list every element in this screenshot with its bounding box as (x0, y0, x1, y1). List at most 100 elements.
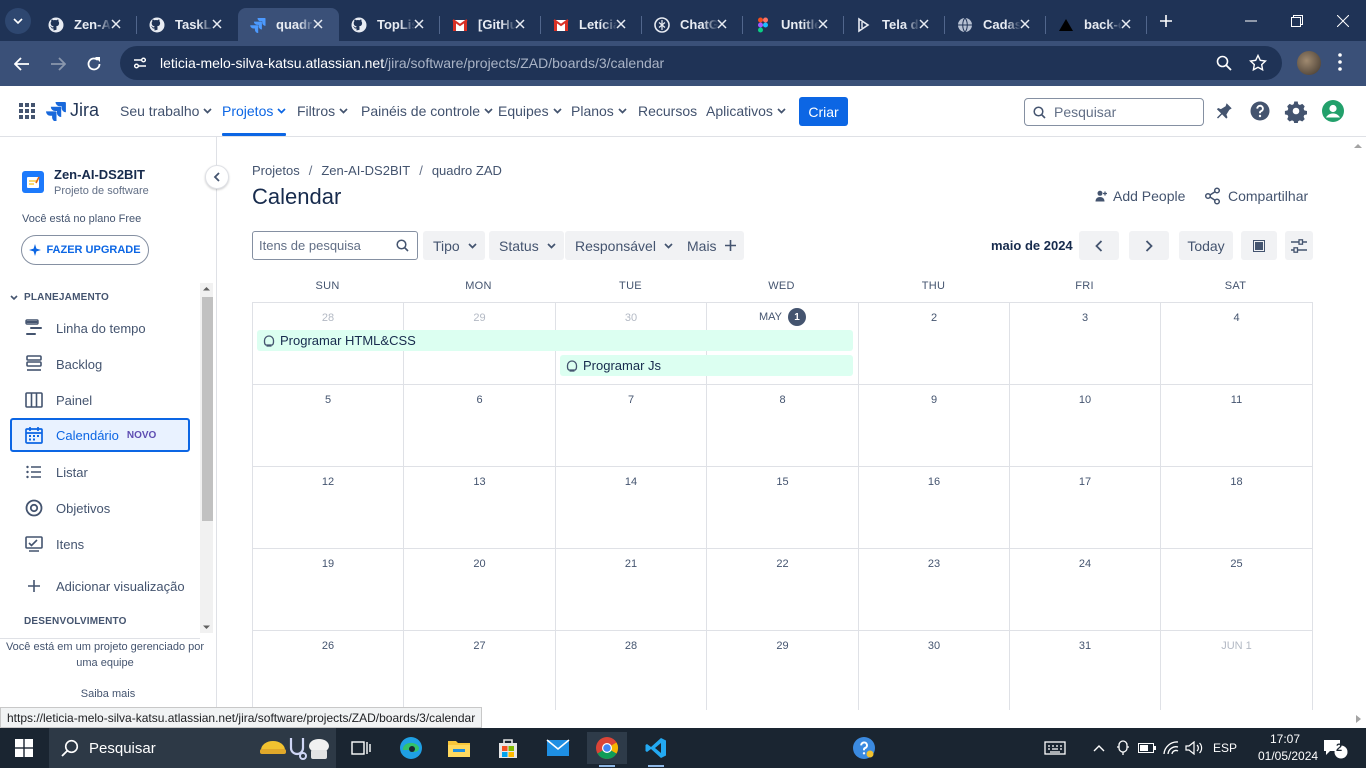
calendar-day-cell[interactable]: 16 (859, 467, 1010, 549)
nav-aplicativos[interactable]: Aplicativos (706, 86, 786, 136)
reload-button[interactable] (76, 46, 112, 82)
nav-projetos[interactable]: Projetos (222, 86, 287, 136)
nav-filtros[interactable]: Filtros (297, 86, 348, 136)
sidebar-item-backlog[interactable]: Backlog (10, 347, 190, 381)
calendar-day-cell[interactable]: 17 (1010, 467, 1161, 549)
browser-tab[interactable]: quadro ZAD (238, 8, 339, 41)
app-switcher-button[interactable] (19, 103, 35, 119)
calendar-day-cell[interactable]: 14 (556, 467, 707, 549)
calendar-day-cell[interactable]: 26 (253, 631, 404, 710)
calendar-day-cell[interactable]: 25 (1161, 549, 1313, 631)
calendar-day-cell[interactable]: 8 (707, 385, 859, 467)
calendar-day-cell[interactable]: 31 (1010, 631, 1161, 710)
breadcrumb-projects[interactable]: Projetos (252, 163, 300, 178)
sidebar-item-goals[interactable]: Objetivos (10, 491, 190, 525)
calendar-day-cell[interactable]: 11 (1161, 385, 1313, 467)
site-settings-icon[interactable] (132, 55, 148, 71)
panel-toggle-button[interactable] (1241, 231, 1277, 260)
forward-button[interactable] (40, 46, 76, 82)
profile-avatar[interactable] (1297, 51, 1321, 75)
calendar-event[interactable]: Programar Js (560, 355, 853, 376)
calendar-day-cell[interactable]: 20 (404, 549, 556, 631)
global-search-input[interactable]: Pesquisar (1024, 98, 1204, 126)
tab-close-button[interactable] (1119, 17, 1133, 31)
project-avatar[interactable] (22, 171, 44, 193)
calendar-day-cell[interactable]: 21 (556, 549, 707, 631)
edge-app[interactable] (391, 732, 431, 764)
add-people-button[interactable]: Add People (1095, 186, 1185, 206)
volume-tray-icon[interactable] (1184, 736, 1206, 760)
tab-close-button[interactable] (513, 17, 527, 31)
taskbar-search[interactable]: Pesquisar (49, 728, 336, 768)
tab-close-button[interactable] (917, 17, 931, 31)
back-button[interactable] (4, 46, 40, 82)
taskbar-clock[interactable]: 17:07 01/05/2024 (1258, 731, 1318, 765)
calendar-day-cell[interactable]: 24 (1010, 549, 1161, 631)
tab-close-button[interactable] (311, 17, 325, 31)
battery-tray-icon[interactable] (1137, 736, 1157, 760)
calendar-day-cell[interactable]: JUN 1 (1161, 631, 1313, 710)
browser-tab[interactable]: Cadastro (945, 8, 1046, 41)
filter-type-dropdown[interactable]: Tipo (423, 231, 485, 260)
add-view-button[interactable]: Adicionar visualização (10, 569, 190, 603)
page-scrollbar[interactable] (1350, 137, 1366, 710)
bookmark-star-icon[interactable] (1249, 54, 1267, 72)
calendar-day-cell[interactable]: 22 (707, 549, 859, 631)
calendar-day-cell[interactable]: 29 (707, 631, 859, 710)
prev-month-button[interactable] (1079, 231, 1119, 260)
jira-logo[interactable]: Jira (46, 100, 99, 121)
sidebar-item-list[interactable]: Listar (10, 455, 190, 489)
today-button[interactable]: Today (1179, 231, 1233, 260)
help-tray-app[interactable] (851, 736, 877, 760)
calendar-day-cell[interactable]: 4 (1161, 303, 1313, 385)
breadcrumb-project[interactable]: Zen-AI-DS2BIT (321, 163, 410, 178)
browser-menu-button[interactable] (1338, 53, 1342, 71)
tab-close-button[interactable] (715, 17, 729, 31)
sidebar-item-items[interactable]: Itens (10, 527, 190, 561)
calendar-day-cell[interactable]: 3 (1010, 303, 1161, 385)
notifications-button[interactable] (1212, 99, 1236, 123)
minimize-button[interactable] (1228, 0, 1274, 41)
calendar-day-cell[interactable]: 23 (859, 549, 1010, 631)
issue-search-input[interactable]: Itens de pesquisa (252, 231, 418, 260)
filter-assignee-dropdown[interactable]: Responsável (565, 231, 681, 260)
tab-close-button[interactable] (412, 17, 426, 31)
breadcrumb-board[interactable]: quadro ZAD (432, 163, 502, 178)
share-button[interactable]: Compartilhar (1204, 186, 1308, 206)
restore-button[interactable] (1274, 0, 1320, 41)
calendar-day-cell[interactable]: 30 (859, 631, 1010, 710)
close-window-button[interactable] (1320, 0, 1366, 41)
store-app[interactable] (488, 732, 528, 764)
calendar-day-cell[interactable]: 7 (556, 385, 707, 467)
calendar-day-cell[interactable]: 6 (404, 385, 556, 467)
browser-tab[interactable]: Letícia (541, 8, 642, 41)
browser-tab[interactable]: ChatGPT (642, 8, 743, 41)
learn-more-link[interactable]: Saiba mais (0, 688, 216, 700)
calendar-day-cell[interactable]: 10 (1010, 385, 1161, 467)
meet-tray-icon[interactable] (1113, 736, 1133, 760)
section-development[interactable]: DESENVOLVIMENTO (24, 616, 127, 627)
calendar-day-cell[interactable]: 27 (404, 631, 556, 710)
tab-close-button[interactable] (816, 17, 830, 31)
sidebar-item-calendar[interactable]: Calendário NOVO (10, 418, 190, 452)
wifi-tray-icon[interactable] (1161, 736, 1181, 760)
calendar-day-cell[interactable]: 5 (253, 385, 404, 467)
sidebar-item-board[interactable]: Painel (10, 383, 190, 417)
tab-search-button[interactable] (0, 0, 36, 41)
browser-tab[interactable]: Zen-AI-DS2BIT (36, 8, 137, 41)
collapse-sidebar-button[interactable] (205, 165, 229, 189)
address-bar[interactable]: leticia-melo-silva-katsu.atlassian.net/j… (120, 46, 1282, 80)
nav-planos[interactable]: Planos (571, 86, 627, 136)
start-button[interactable] (4, 732, 44, 764)
calendar-day-cell[interactable]: 2 (859, 303, 1010, 385)
nav-equipes[interactable]: Equipes (498, 86, 562, 136)
browser-tab[interactable]: [GitHub] (440, 8, 541, 41)
nav-recursos[interactable]: Recursos (638, 86, 697, 136)
browser-tab[interactable]: Untitled (743, 8, 844, 41)
settings-button[interactable] (1284, 99, 1308, 123)
browser-tab[interactable]: TopList (339, 8, 440, 41)
calendar-day-cell[interactable]: 15 (707, 467, 859, 549)
tab-close-button[interactable] (614, 17, 628, 31)
calendar-day-cell[interactable]: 9 (859, 385, 1010, 467)
browser-tab[interactable]: TaskList (137, 8, 238, 41)
